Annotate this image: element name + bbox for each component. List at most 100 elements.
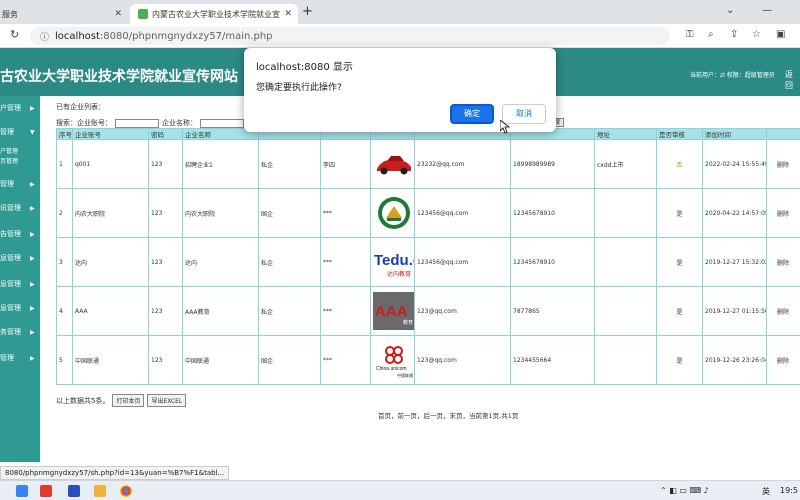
cell-password: 123 — [148, 139, 183, 189]
name-search-input[interactable] — [200, 118, 244, 128]
export-excel-button[interactable]: 导出EXCEL — [147, 394, 187, 407]
new-tab-icon[interactable]: + — [302, 4, 313, 19]
taskbar-app-icon[interactable] — [68, 485, 80, 497]
delete-link[interactable]: 删除 — [766, 286, 800, 336]
sidebar-item-4[interactable]: 讯管理 ▶ — [0, 200, 40, 216]
cell-email: 23232@qq.com — [414, 139, 511, 189]
cell-phone: 1234455664 — [510, 335, 595, 385]
pagination[interactable]: 首页，前一页，后一页，末页，当前第1页,共1页 — [378, 410, 518, 420]
delete-link[interactable]: 删除 — [766, 188, 800, 238]
taskbar: ⌃ ◧ ▭ ⌨ ♪ 英 19:5 — [0, 480, 800, 500]
cell-time: 2019-12-27 15:32:02 — [702, 237, 767, 287]
submenu-item-2[interactable]: 页管理 — [0, 156, 18, 165]
cell-logo: China unicom 中国联通 — [370, 335, 415, 385]
extensions-icon[interactable]: ▣ — [776, 29, 785, 40]
cell-approved[interactable]: 是 — [656, 286, 703, 336]
sidebar-item-9[interactable]: 务管理 ▶ — [0, 324, 40, 340]
cell-time: 2020-04-22 14:57:05 — [702, 188, 767, 238]
chevron-right-icon: ▶ — [30, 204, 35, 212]
cell-type: 私企 — [258, 237, 321, 287]
tab-search-icon[interactable]: ⌄ — [726, 5, 734, 16]
sidebar-item-label: 告管理 — [0, 230, 21, 238]
chrome-icon[interactable] — [120, 485, 132, 497]
cell-account: 达内 — [72, 237, 149, 287]
cell-name: 达内 — [182, 237, 259, 287]
sidebar-item-5[interactable]: 告管理 ▶ — [0, 226, 40, 242]
car-logo-image — [373, 145, 414, 183]
sidebar-item-10[interactable]: 管理 ▶ — [0, 350, 40, 366]
return-link[interactable]: 返回 — [785, 69, 800, 91]
chevron-right-icon: ▶ — [30, 180, 35, 188]
sidebar-item-label: 管理 — [0, 128, 14, 136]
aaa-logo-subtext: 教育 — [403, 319, 413, 326]
col-header: 企业账号 — [72, 128, 149, 140]
cell-name: 招聘企业1 — [182, 139, 259, 189]
tab-title: 内蒙古农业大学职业技术学院就业宣传网站 — [152, 9, 280, 19]
reload-icon[interactable]: ↻ — [10, 28, 19, 41]
unicom-logo-en: China unicom — [376, 366, 407, 372]
cell-approved[interactable]: 是 — [656, 188, 703, 238]
url-text: localhost:8080/phpnmgnydxzy57/main.php — [55, 31, 273, 42]
key-icon[interactable]: ⚿ — [686, 29, 694, 40]
minimize-icon[interactable]: — — [762, 5, 772, 16]
cell-name: 中国联通 — [182, 335, 259, 385]
mouse-cursor-icon — [500, 120, 510, 134]
cell-no: 4 — [56, 286, 73, 336]
cell-address — [594, 188, 657, 238]
address-bar[interactable]: ⓘ localhost:8080/phpnmgnydxzy57/main.php — [30, 27, 670, 45]
cell-address — [594, 237, 657, 287]
sidebar-item-8[interactable]: 息管理 ▶ — [0, 300, 40, 316]
cell-type: 私企 — [258, 139, 321, 189]
submenu-item-1[interactable]: 户管理 — [0, 146, 18, 155]
cell-approved[interactable]: 否 — [656, 139, 703, 189]
delete-link[interactable]: 删除 — [766, 139, 800, 189]
url-path: :8080/phpnmgnydxzy57/main.php — [99, 30, 273, 42]
chevron-right-icon: ▶ — [30, 280, 35, 288]
col-header: 地址 — [594, 128, 657, 140]
table-row: 5 中国联通 123 中国联通 国企 *** China unicom 中国联通… — [56, 335, 800, 385]
col-header: 添加时间 — [702, 128, 767, 140]
cell-logo: Tedu.cn 达内教育 — [370, 237, 415, 287]
cell-approved[interactable]: 是 — [656, 237, 703, 287]
info-icon: ⓘ — [40, 32, 50, 43]
sidebar-item-user-management[interactable]: 户管理 ▶ — [0, 100, 40, 116]
account-search-input[interactable] — [115, 118, 159, 128]
cell-account: 中国联通 — [72, 335, 149, 385]
list-title: 已有企业列表： — [56, 103, 105, 111]
cell-account: AAA — [72, 286, 149, 336]
print-button[interactable]: 打印本页 — [112, 394, 145, 407]
confirm-ok-button[interactable]: 确定 — [450, 104, 494, 124]
sidebar-item-label: 管理 — [0, 180, 14, 188]
dialog-message: 您确定要执行此操作? — [256, 83, 342, 93]
delete-link[interactable]: 删除 — [766, 335, 800, 385]
search-row: 搜索：企业账号： 企业名称： 企 — [56, 118, 254, 128]
site-title: 古农业大学职业技术学院就业宣传网站 — [0, 69, 238, 85]
zoom-icon[interactable]: ⌕ — [708, 29, 714, 40]
tab-website[interactable]: 内蒙古农业大学职业技术学院就业宣传网站 ✕ — [130, 4, 298, 24]
share-icon[interactable]: ⇪ — [730, 29, 738, 40]
tray-icons[interactable]: ⌃ ◧ ▭ ⌨ ♪ — [660, 486, 709, 495]
close-tab-icon[interactable]: ✕ — [114, 9, 122, 19]
sidebar-item-2[interactable]: 管理 ▼ — [0, 124, 40, 140]
tedu-logo-image: Tedu.cn 达内教育 — [373, 243, 414, 281]
delete-link[interactable]: 删除 — [766, 237, 800, 287]
sidebar-item-6[interactable]: 息管理 ▶ — [0, 250, 40, 266]
taskbar-app-icon[interactable] — [16, 485, 28, 497]
chevron-down-icon: ▼ — [30, 128, 35, 136]
bookmark-star-icon[interactable]: ☆ — [752, 29, 761, 40]
cell-approved[interactable]: 是 — [656, 335, 703, 385]
tab-services[interactable]: 服务 ✕ — [0, 4, 128, 24]
dialog-title: localhost:8080 显示 — [256, 62, 353, 73]
ime-indicator[interactable]: 英 — [762, 486, 770, 497]
close-tab-icon[interactable]: ✕ — [284, 9, 292, 19]
cell-contact: *** — [320, 286, 371, 336]
clock[interactable]: 19:5 — [780, 486, 798, 495]
sidebar-item-7[interactable]: 息管理 ▶ — [0, 276, 40, 292]
chevron-right-icon: ▶ — [30, 254, 35, 262]
screen: 服务 ✕ 内蒙古农业大学职业技术学院就业宣传网站 ✕ + ⌄ — ↻ ⓘ loc… — [0, 0, 800, 500]
cell-address — [594, 335, 657, 385]
col-header: 序号 — [56, 128, 73, 140]
sidebar-item-3[interactable]: 管理 ▶ — [0, 176, 40, 192]
taskbar-app-icon[interactable] — [40, 485, 52, 497]
folder-icon[interactable] — [94, 485, 106, 497]
